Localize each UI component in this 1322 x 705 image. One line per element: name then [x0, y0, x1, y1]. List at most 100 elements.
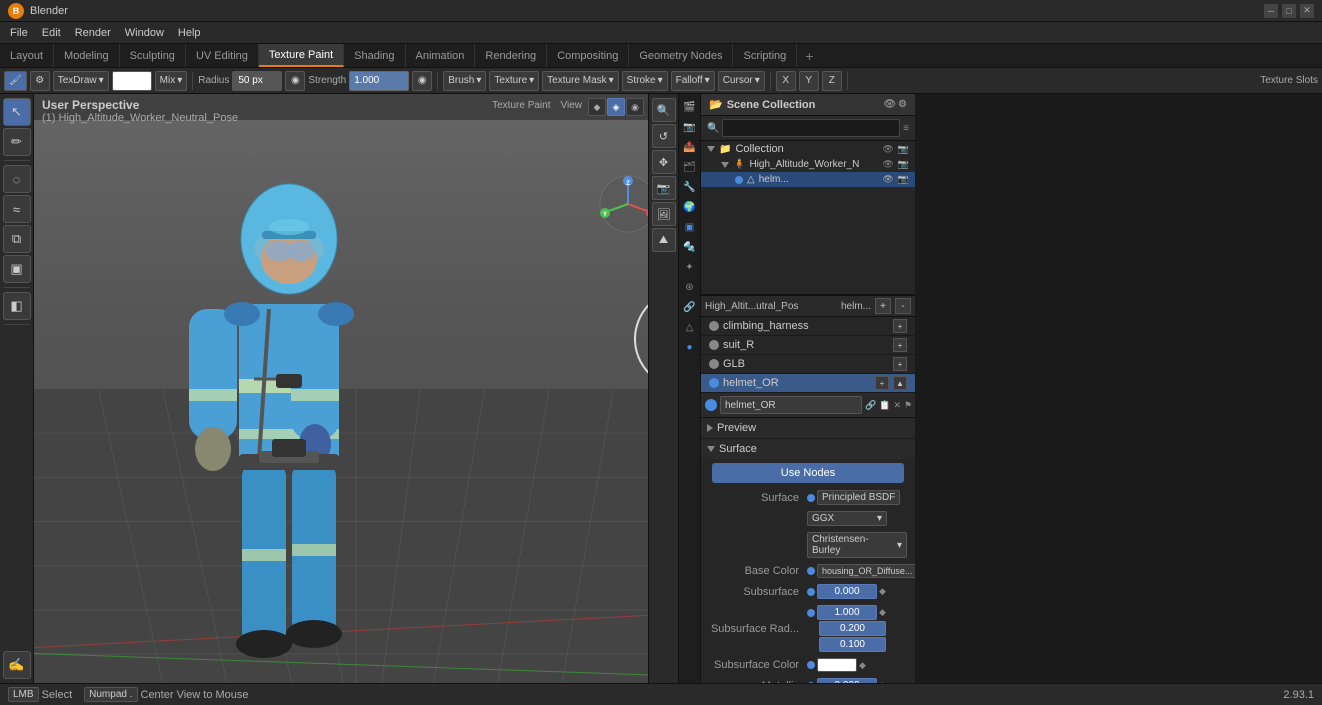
tab-rendering[interactable]: Rendering: [475, 44, 547, 67]
strength-field[interactable]: 1.000: [349, 71, 409, 91]
strength-icon[interactable]: ◉: [412, 71, 432, 91]
props-output-icon[interactable]: 📤: [681, 138, 699, 156]
mat-fake-user-icon[interactable]: ⚑: [904, 400, 912, 411]
obj-render-icon[interactable]: 📷: [898, 159, 909, 170]
mat-browse-icon[interactable]: 🔗: [865, 400, 876, 411]
collection-render-icon[interactable]: 📷: [898, 144, 909, 155]
mat-item-climbing-harness[interactable]: climbing_harness +: [701, 317, 915, 336]
menu-render[interactable]: Render: [69, 25, 117, 41]
viewport[interactable]: Z X Y User Perspective (1) High_Altitude…: [34, 94, 678, 683]
subobj-vis-icon[interactable]: 👁: [882, 174, 893, 185]
menu-window[interactable]: Window: [119, 25, 170, 41]
mat-item-suit[interactable]: suit_R +: [701, 336, 915, 355]
menu-edit[interactable]: Edit: [36, 25, 67, 41]
brush-dropdown[interactable]: TexDraw ▾: [53, 71, 109, 91]
mat-copy-icon[interactable]: 📋: [879, 400, 890, 411]
mat-list-scroll-up[interactable]: ▲: [893, 376, 907, 390]
mat-2-add-btn[interactable]: +: [893, 338, 907, 352]
sub-rad-value1[interactable]: 1.000: [817, 605, 877, 620]
tool-annotate[interactable]: ✍: [3, 651, 31, 679]
tab-compositing[interactable]: Compositing: [547, 44, 629, 67]
tool-draw[interactable]: ✏: [3, 128, 31, 156]
vp-pan-btn[interactable]: ✥: [652, 150, 676, 174]
tab-layout[interactable]: Layout: [0, 44, 54, 67]
outliner-restrict-icon[interactable]: 👁: [883, 99, 896, 110]
outliner-object[interactable]: 🧍 High_Altitude_Worker_N 👁 📷: [701, 157, 915, 172]
texture-mask-dropdown[interactable]: Texture Mask▾: [542, 71, 619, 91]
mat-4-add-btn[interactable]: +: [875, 376, 889, 390]
vp-scene-btn[interactable]: ⛰: [652, 228, 676, 252]
distribution-dropdown[interactable]: GGX ▾: [807, 511, 887, 526]
tool-fill[interactable]: ▣: [3, 255, 31, 283]
color-picker-field[interactable]: [112, 71, 152, 91]
radius-icon[interactable]: ◉: [285, 71, 305, 91]
sub-rad-value3[interactable]: 0.100: [819, 637, 886, 652]
mat-item-helmet[interactable]: helmet_OR + ▲: [701, 374, 915, 393]
brush-dropdown-2[interactable]: Brush▾: [443, 71, 486, 91]
tab-texture-paint[interactable]: Texture Paint: [259, 44, 344, 67]
viewport-submode-label[interactable]: Texture Paint: [488, 98, 554, 116]
mat-3-add-btn[interactable]: +: [893, 357, 907, 371]
subsurface-value[interactable]: 0.000: [817, 584, 877, 599]
props-particles-icon[interactable]: ✦: [681, 258, 699, 276]
sym-z-btn[interactable]: Z: [822, 71, 842, 91]
vp-zoom-btn[interactable]: 🔍: [652, 98, 676, 122]
tool-clone[interactable]: ⧉: [3, 225, 31, 253]
paint-mode-icon[interactable]: 🖌: [4, 71, 27, 91]
texture-dropdown[interactable]: Texture▾: [489, 71, 539, 91]
props-object-icon[interactable]: ▣: [681, 218, 699, 236]
props-scene-props-icon[interactable]: 🔧: [681, 178, 699, 196]
principled-bsdf-value[interactable]: Principled BSDF: [817, 490, 900, 505]
close-button[interactable]: ✕: [1300, 4, 1314, 18]
tab-modeling[interactable]: Modeling: [54, 44, 120, 67]
vp-orbit-btn[interactable]: ↺: [652, 124, 676, 148]
minimize-button[interactable]: ─: [1264, 4, 1278, 18]
add-workspace-button[interactable]: +: [797, 45, 821, 67]
radius-value[interactable]: 50 px: [232, 71, 282, 91]
tab-geometry-nodes[interactable]: Geometry Nodes: [629, 44, 733, 67]
solid-shading-btn[interactable]: ◆: [588, 98, 606, 116]
mat-1-add-btn[interactable]: +: [893, 319, 907, 333]
tool-cursor[interactable]: ↖: [3, 98, 31, 126]
tool-icon[interactable]: ⚙: [30, 71, 50, 91]
tab-animation[interactable]: Animation: [406, 44, 476, 67]
sym-y-btn[interactable]: Y: [799, 71, 819, 91]
tab-scripting[interactable]: Scripting: [733, 44, 797, 67]
props-render-icon[interactable]: 📷: [681, 118, 699, 136]
outliner-filter-icon[interactable]: ⚙: [898, 99, 907, 110]
menu-help[interactable]: Help: [172, 25, 207, 41]
outliner-collection[interactable]: 📁 Collection 👁 📷: [701, 141, 915, 157]
subsurface-color-picker[interactable]: [817, 658, 857, 672]
blend-mode-dropdown[interactable]: Mix ▾: [155, 71, 188, 91]
tool-soften[interactable]: ◌: [3, 165, 31, 193]
cursor-dropdown[interactable]: Cursor▾: [718, 71, 765, 91]
mat-delete-icon[interactable]: ✕: [893, 400, 901, 411]
remove-material-slot-button[interactable]: -: [895, 298, 911, 314]
props-constraints-icon[interactable]: 🔗: [681, 298, 699, 316]
sub-rad-value2[interactable]: 0.200: [819, 621, 886, 636]
props-scene-icon[interactable]: 🎬: [681, 98, 699, 116]
props-material-icon[interactable]: ●: [681, 338, 699, 356]
tool-mask[interactable]: ◧: [3, 292, 31, 320]
material-name-input[interactable]: [720, 396, 862, 414]
menu-file[interactable]: File: [4, 25, 34, 41]
props-data-icon[interactable]: △: [681, 318, 699, 336]
viewport-view-label[interactable]: View: [557, 98, 587, 116]
base-color-value[interactable]: housing_OR_Diffuse...: [817, 564, 915, 578]
rendered-shading-btn[interactable]: ◉: [626, 98, 644, 116]
texture-shading-btn[interactable]: ◈: [607, 98, 625, 116]
falloff-dropdown[interactable]: Falloff▾: [671, 71, 715, 91]
outliner-subobject[interactable]: △ helm... 👁 📷: [701, 172, 915, 187]
stroke-dropdown[interactable]: Stroke▾: [622, 71, 668, 91]
vp-render-btn[interactable]: 🖼: [652, 202, 676, 226]
obj-vis-icon[interactable]: 👁: [882, 159, 893, 170]
outliner-sort-icon[interactable]: ≡: [903, 123, 909, 134]
props-world-icon[interactable]: 🌍: [681, 198, 699, 216]
tool-smear[interactable]: ≈: [3, 195, 31, 223]
maximize-button[interactable]: □: [1282, 4, 1296, 18]
vp-camera-btn[interactable]: 📷: [652, 176, 676, 200]
props-physics-icon[interactable]: ⊛: [681, 278, 699, 296]
props-view-layer-icon[interactable]: 🗂: [681, 158, 699, 176]
preview-header[interactable]: Preview: [701, 418, 915, 438]
props-modifier-icon[interactable]: 🔩: [681, 238, 699, 256]
